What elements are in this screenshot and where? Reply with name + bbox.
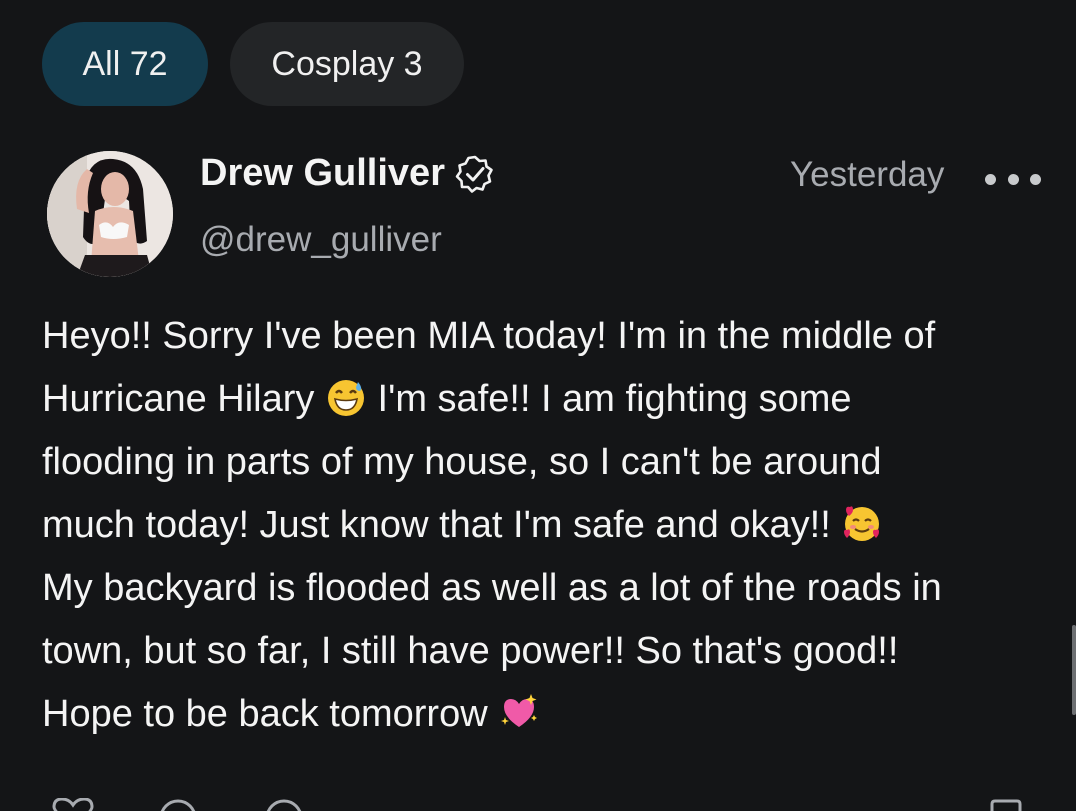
post-line: Hope to be back tomorrow — [42, 683, 1052, 746]
verified-badge-icon — [455, 155, 493, 193]
post-timestamp: Yesterday — [790, 155, 945, 194]
author-row: Drew Gulliver — [200, 152, 495, 195]
more-options-icon[interactable] — [985, 162, 1041, 196]
author-handle[interactable]: @drew_gulliver — [200, 220, 442, 260]
avatar[interactable] — [47, 151, 173, 277]
comment-icon[interactable] — [156, 798, 200, 811]
post-screen: All 72 Cosplay 3 Drew Gulliver @drew_gul… — [0, 0, 1076, 811]
filter-chips: All 72 Cosplay 3 — [42, 22, 464, 106]
author-name[interactable]: Drew Gulliver — [200, 152, 445, 195]
sparkling-heart-emoji — [501, 694, 538, 727]
bookmark-icon[interactable] — [984, 798, 1028, 811]
post-line: Heyo!! Sorry I've been MIA today! I'm in… — [42, 315, 936, 357]
scrollbar[interactable] — [1072, 625, 1076, 715]
smiling-face-with-hearts-emoji — [844, 506, 880, 541]
filter-chip-cosplay[interactable]: Cosplay 3 — [230, 22, 464, 106]
filter-chip-all[interactable]: All 72 — [42, 22, 208, 106]
post-line: My backyard is flooded as well as a lot … — [42, 567, 942, 609]
post-line: flooding in parts of my house, so I can'… — [42, 441, 882, 483]
grinning-sweat-emoji — [327, 380, 364, 416]
post-text: Heyo!! Sorry I've been MIA today! I'm in… — [42, 305, 1052, 746]
avatar-image — [47, 151, 173, 277]
tip-icon[interactable] — [262, 798, 306, 811]
post-line: Hurricane Hilary I'm safe!! I am fightin… — [42, 378, 852, 420]
post-line: town, but so far, I still have power!! S… — [42, 630, 899, 672]
like-icon[interactable] — [48, 798, 98, 811]
post-line: much today! Just know that I'm safe and … — [42, 494, 1052, 557]
post-actions — [0, 798, 1076, 811]
